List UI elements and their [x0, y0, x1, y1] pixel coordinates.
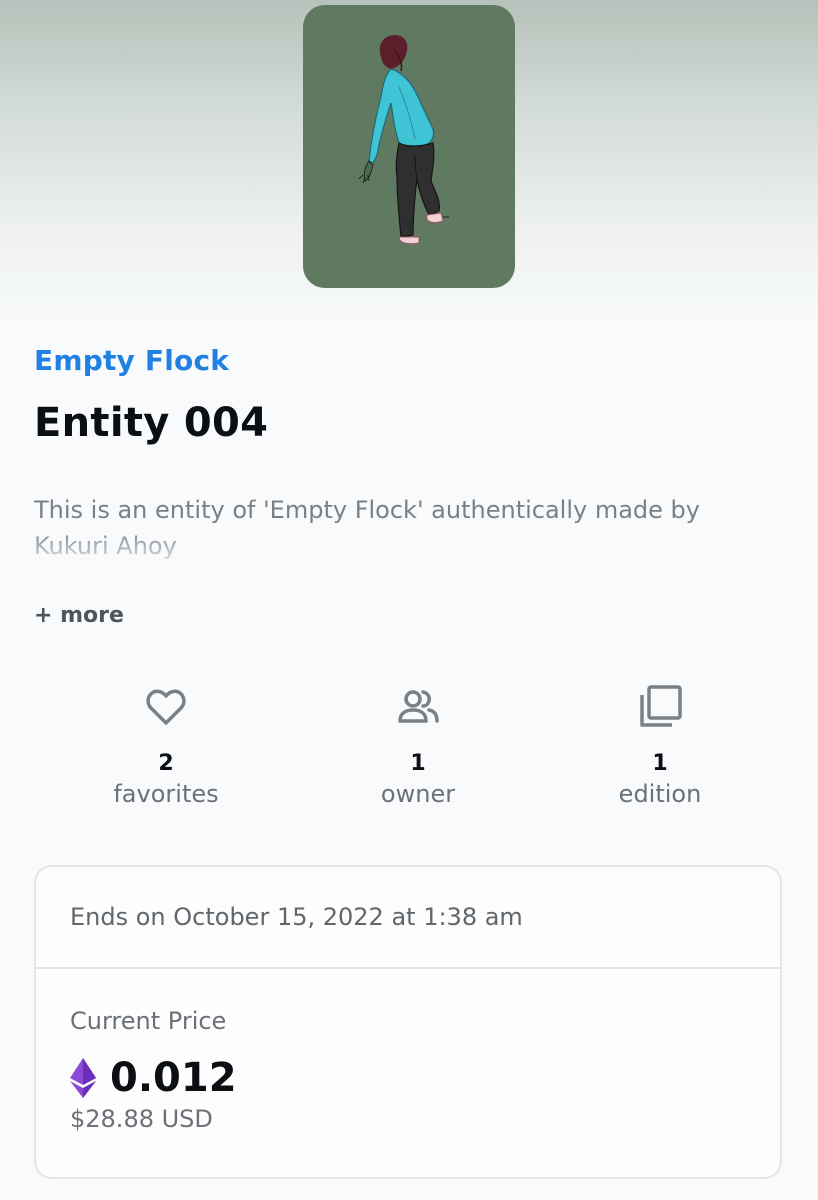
editions-count: 1	[652, 751, 668, 776]
favorites-count: 2	[158, 751, 174, 776]
current-price-value: 0.012	[110, 1055, 237, 1101]
editions-label: edition	[618, 780, 702, 808]
stack-icon	[640, 685, 682, 727]
people-icon	[398, 690, 439, 723]
hero-banner	[0, 0, 818, 330]
favorites-stat[interactable]: 2 favorites	[76, 683, 256, 808]
owners-count: 1	[410, 751, 426, 776]
item-title: Entity 004	[34, 400, 269, 446]
heart-icon	[146, 689, 186, 725]
favorites-label: favorites	[113, 780, 219, 808]
collection-link[interactable]: Empty Flock	[34, 344, 229, 377]
price-row: 0.012	[70, 1055, 780, 1101]
item-description: This is an entity of 'Empty Flock' authe…	[34, 496, 700, 560]
auction-price-card: Ends on October 15, 2022 at 1:38 am Curr…	[34, 865, 782, 1179]
show-more-button[interactable]: + more	[34, 603, 124, 628]
ethereum-icon	[70, 1058, 96, 1098]
figure-illustration	[358, 35, 449, 245]
editions-stat[interactable]: 1 edition	[570, 683, 750, 808]
price-section: Current Price 0.012 $28.88 USD	[36, 969, 780, 1133]
owners-stat[interactable]: 1 owner	[328, 683, 508, 808]
auction-end-time: Ends on October 15, 2022 at 1:38 am	[36, 867, 780, 969]
nft-artwork[interactable]	[303, 5, 515, 288]
owners-label: owner	[380, 780, 456, 808]
current-price-label: Current Price	[70, 1007, 227, 1035]
price-usd: $28.88 USD	[70, 1105, 213, 1133]
